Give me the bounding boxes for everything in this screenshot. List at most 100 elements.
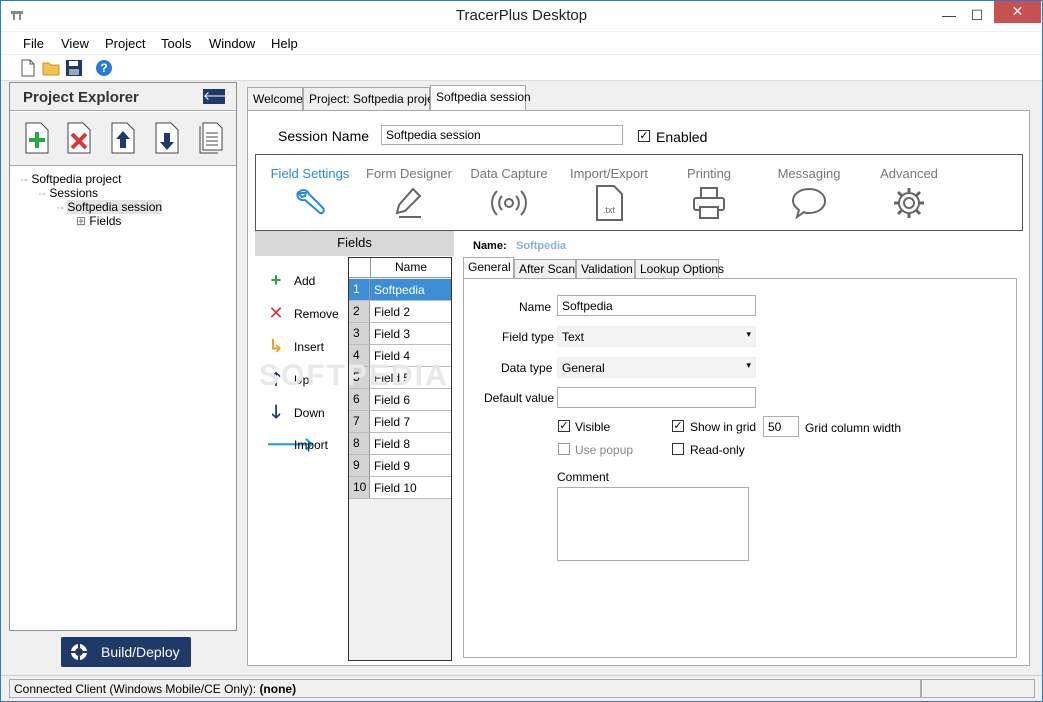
data-type-value: General xyxy=(562,361,605,375)
open-folder-icon[interactable] xyxy=(42,59,60,77)
delete-item-icon[interactable] xyxy=(66,122,92,154)
tab-lookup-options[interactable]: Lookup Options xyxy=(635,259,724,279)
name-column-header[interactable]: Name xyxy=(370,258,451,278)
maximize-button[interactable]: ☐ xyxy=(963,1,991,31)
new-file-icon[interactable] xyxy=(19,59,37,77)
tab-validation[interactable]: Validation xyxy=(576,259,635,279)
insert-field-label: Insert xyxy=(294,340,325,354)
menu-help[interactable]: Help xyxy=(271,36,298,51)
ribbon-import-export[interactable]: Import/Export .txt xyxy=(559,155,659,230)
tab-project[interactable]: Project: Softpedia project xyxy=(303,87,443,111)
watermark: SOFTPEDIA xyxy=(259,359,449,392)
table-row[interactable]: 1 Softpedia xyxy=(349,279,451,301)
field-name-cell: Field 8 xyxy=(374,437,411,451)
ribbon-advanced[interactable]: Advanced xyxy=(859,155,959,230)
arrow-down-icon: 🡓 xyxy=(271,402,281,422)
field-name-input[interactable]: Softpedia xyxy=(557,295,756,316)
show-in-grid-label: Show in grid xyxy=(690,420,757,434)
use-popup-checkbox[interactable] xyxy=(558,443,570,455)
properties-icon[interactable] xyxy=(198,122,224,154)
minimize-button[interactable]: — xyxy=(935,1,963,31)
table-row[interactable]: 2 Field 2 xyxy=(349,301,451,323)
table-row[interactable]: 10 Field 10 xyxy=(349,477,451,499)
move-up-icon[interactable] xyxy=(110,122,136,154)
add-item-icon[interactable] xyxy=(24,122,50,154)
row-number: 3 xyxy=(349,323,370,344)
default-value-label: Default value xyxy=(484,391,555,405)
table-row[interactable]: 7 Field 7 xyxy=(349,411,451,433)
toolbar: ? xyxy=(1,55,1042,81)
tree-fields-label: Fields xyxy=(89,214,122,228)
build-icon xyxy=(71,644,87,660)
row-number: 8 xyxy=(349,433,370,454)
comment-label: Comment xyxy=(557,470,610,484)
ribbon-form-designer[interactable]: Form Designer xyxy=(359,155,459,230)
use-popup-label: Use popup xyxy=(575,443,634,457)
row-number: 9 xyxy=(349,455,370,476)
tree-sessions-label: Sessions xyxy=(49,186,99,200)
tree-fields-node[interactable]: ⊞ Fields xyxy=(76,214,121,228)
grid-column-width-input[interactable]: 50 xyxy=(763,416,799,437)
help-icon[interactable]: ? xyxy=(95,59,113,77)
row-number: 1 xyxy=(349,279,370,300)
speech-bubble-icon xyxy=(791,187,827,220)
ribbon-data-capture[interactable]: Data Capture xyxy=(459,155,559,230)
move-down-label: Down xyxy=(294,406,325,420)
menu-bar: File View Project Tools Window Help xyxy=(1,32,1042,54)
collapse-panel-button[interactable]: 🡐 xyxy=(203,89,235,104)
read-only-checkbox[interactable] xyxy=(672,443,684,455)
visible-checkbox[interactable]: ✓ xyxy=(558,420,570,432)
session-name-input[interactable]: Softpedia session xyxy=(381,125,623,145)
field-type-select[interactable]: Text ▾ xyxy=(557,326,756,347)
tree-project-label: Softpedia project xyxy=(31,172,122,186)
remove-icon: ✕ xyxy=(268,303,284,323)
project-explorer-title: Project Explorer xyxy=(23,89,139,106)
selected-field-name: Softpedia xyxy=(516,240,567,252)
table-row[interactable]: 8 Field 8 xyxy=(349,433,451,455)
tab-after-scan[interactable]: After Scan xyxy=(514,259,576,279)
menu-tools[interactable]: Tools xyxy=(161,36,191,51)
ribbon-messaging[interactable]: Messaging xyxy=(759,155,859,230)
tab-session[interactable]: Softpedia session xyxy=(430,85,531,111)
menu-window[interactable]: Window xyxy=(209,36,255,51)
ribbon-import-export-label: Import/Export xyxy=(569,166,649,181)
ribbon-printing[interactable]: Printing xyxy=(659,155,759,230)
menu-project[interactable]: Project xyxy=(105,36,145,51)
tab-general[interactable]: General xyxy=(463,257,514,279)
window-title: TracerPlus Desktop xyxy=(455,7,588,24)
enabled-checkbox[interactable]: ✓ xyxy=(638,130,650,142)
table-row[interactable]: 9 Field 9 xyxy=(349,455,451,477)
ribbon-form-designer-label: Form Designer xyxy=(366,166,452,181)
ribbon-data-capture-label: Data Capture xyxy=(470,166,548,181)
default-value-input[interactable] xyxy=(557,387,756,408)
tree-sessions-node[interactable]: ·- Sessions xyxy=(38,186,98,200)
table-row[interactable]: 3 Field 3 xyxy=(349,323,451,345)
project-explorer-header: Project Explorer 🡐 xyxy=(10,83,236,111)
data-type-select[interactable]: General ▾ xyxy=(557,357,756,378)
row-number: 2 xyxy=(349,301,370,322)
tree-expand-icon[interactable]: ⊞ xyxy=(76,214,86,228)
field-type-label: Field type xyxy=(502,330,555,344)
dropdown-arrow-icon: ▾ xyxy=(746,360,751,370)
build-deploy-button[interactable]: Build/Deploy xyxy=(61,637,191,667)
row-number: 7 xyxy=(349,411,370,432)
project-explorer: Project Explorer 🡐 ·- Softpedia project … xyxy=(9,82,237,631)
app-window: TracerPlus Desktop — ☐ ✕ File View Proje… xyxy=(0,0,1043,702)
ribbon-field-settings[interactable]: Field Settings xyxy=(260,155,360,230)
enabled-label: Enabled xyxy=(656,129,708,145)
show-in-grid-checkbox[interactable]: ✓ xyxy=(672,420,684,432)
comment-textarea[interactable] xyxy=(557,487,749,561)
arrow-right-icon: 🡒 xyxy=(266,434,315,454)
fields-grid-header: Name xyxy=(349,258,451,278)
close-button[interactable]: ✕ xyxy=(994,1,1041,23)
move-down-icon[interactable] xyxy=(154,122,180,154)
menu-view[interactable]: View xyxy=(61,36,89,51)
pencil-icon xyxy=(395,187,422,218)
tree-session-node[interactable]: ·- Softpedia session xyxy=(56,200,163,214)
tree-project-node[interactable]: ·- Softpedia project xyxy=(20,172,121,186)
menu-file[interactable]: File xyxy=(23,36,44,51)
field-name-cell: Field 6 xyxy=(374,393,411,407)
save-icon[interactable] xyxy=(65,59,83,77)
tab-welcome[interactable]: Welcome xyxy=(247,87,303,111)
grid-column-width-label: Grid column width xyxy=(805,421,902,435)
